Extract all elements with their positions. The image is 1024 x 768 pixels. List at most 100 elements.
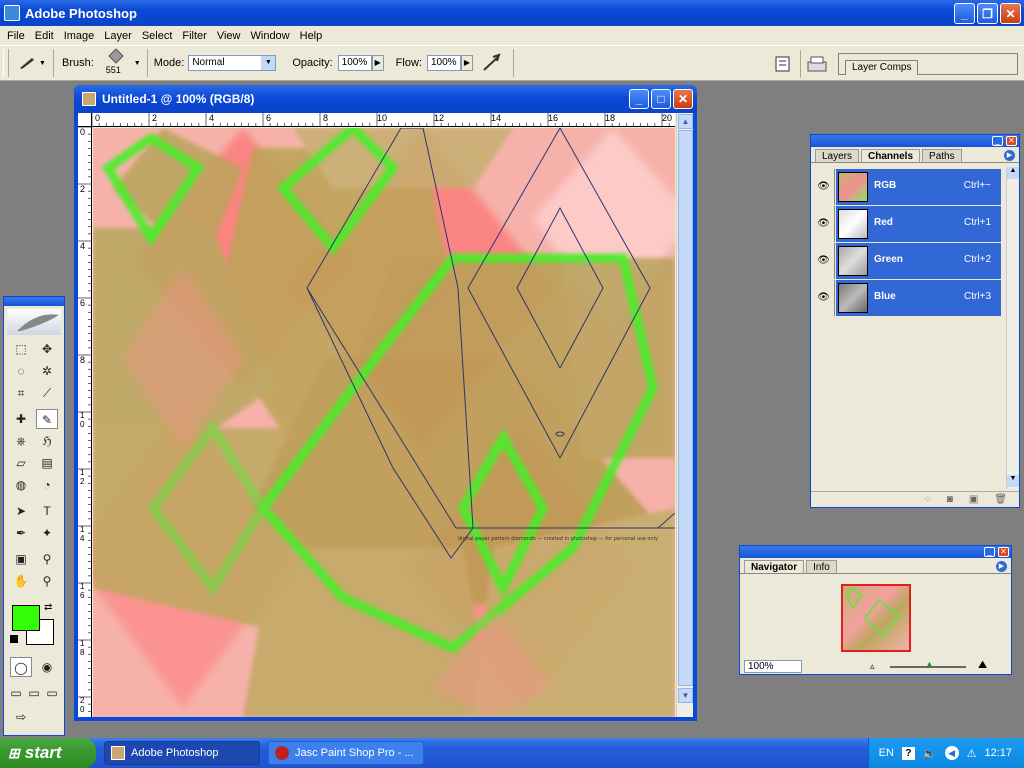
menu-image[interactable]: Image: [59, 30, 100, 42]
layer-comps-tab[interactable]: Layer Comps: [845, 60, 919, 75]
doc-maximize-button[interactable]: □: [651, 89, 671, 109]
foreground-color-swatch-top[interactable]: [12, 605, 40, 631]
brush-picker[interactable]: 551: [100, 48, 134, 78]
tab-paths[interactable]: Paths: [922, 149, 962, 162]
menu-select[interactable]: Select: [137, 30, 178, 42]
lasso-tool-icon[interactable]: ◌: [10, 361, 32, 381]
navigator-preview-thumbnail[interactable]: [841, 584, 911, 652]
language-indicator[interactable]: EN: [879, 747, 894, 759]
horizontal-ruler[interactable]: 0 2 4 6 8 10 12 14 16 18 20: [92, 113, 675, 127]
image-canvas[interactable]: digital paper pattern diamonds — created…: [93, 128, 675, 717]
tab-navigator[interactable]: Navigator: [744, 560, 805, 573]
mode-select[interactable]: Normal ▼: [188, 55, 277, 71]
document-vertical-scrollbar[interactable]: ▲ ▼: [676, 113, 693, 717]
menu-view[interactable]: View: [212, 30, 246, 42]
zoom-out-icon[interactable]: ▵: [870, 661, 875, 672]
palette-well-icon[interactable]: [806, 55, 828, 73]
history-brush-tool-icon[interactable]: ℌ: [36, 431, 58, 451]
task-paint-shop-pro[interactable]: Jasc Paint Shop Pro - ...: [268, 741, 424, 765]
tray-expand-icon[interactable]: ◀: [944, 746, 959, 760]
zoom-tool-icon[interactable]: ⚲: [36, 571, 58, 591]
magic-wand-tool-icon[interactable]: ✲: [36, 361, 58, 381]
pen-tool-icon[interactable]: ✒: [10, 523, 32, 543]
panel-menu-arrow-icon[interactable]: ▶: [1004, 150, 1015, 161]
scroll-down-arrow[interactable]: ▼: [1007, 475, 1019, 487]
panel-minimize-button[interactable]: _: [992, 136, 1003, 146]
clone-stamp-tool-icon[interactable]: ⎈: [10, 431, 32, 451]
blur-tool-icon[interactable]: ◍: [10, 475, 32, 495]
path-selection-tool-icon[interactable]: ➤: [10, 501, 32, 521]
notes-tool-icon[interactable]: ▣: [10, 549, 32, 569]
opacity-input[interactable]: 100%: [337, 55, 372, 71]
vertical-ruler[interactable]: 0 2 4 6 8 10 12 14 16 18 20: [78, 127, 92, 717]
doc-close-button[interactable]: ✕: [673, 89, 693, 109]
move-tool-icon[interactable]: ✥: [36, 339, 58, 359]
channel-row-blue[interactable]: 👁 Blue Ctrl+3: [813, 280, 1001, 316]
close-button[interactable]: ✕: [1000, 3, 1021, 24]
flow-input[interactable]: 100%: [426, 55, 461, 71]
tab-channels[interactable]: Channels: [861, 149, 921, 162]
gradient-tool-icon[interactable]: ▤: [36, 453, 58, 473]
ruler-origin[interactable]: [78, 113, 92, 127]
default-colors-icon[interactable]: [10, 635, 18, 643]
visibility-eye-icon[interactable]: 👁: [813, 243, 835, 279]
volume-icon[interactable]: 🔈: [923, 747, 937, 760]
channel-row-rgb[interactable]: 👁 RGB Ctrl+~: [813, 169, 1001, 205]
hand-tool-icon[interactable]: ✋: [10, 571, 32, 591]
quick-mask-mode-icon[interactable]: ◉: [36, 657, 58, 677]
channel-row-green[interactable]: 👁 Green Ctrl+2: [813, 243, 1001, 279]
scroll-up-arrow[interactable]: ▲: [1007, 167, 1019, 179]
visibility-eye-icon[interactable]: 👁: [813, 280, 835, 316]
help-icon[interactable]: ?: [901, 746, 915, 760]
channels-scrollbar[interactable]: ▲ ▼: [1006, 167, 1019, 489]
minimize-button[interactable]: _: [954, 3, 975, 24]
doc-minimize-button[interactable]: _: [629, 89, 649, 109]
start-button[interactable]: ⊞ start: [0, 738, 96, 768]
menu-edit[interactable]: Edit: [30, 30, 59, 42]
standard-screen-mode-icon[interactable]: ▭: [7, 683, 25, 703]
full-screen-mode-icon[interactable]: ▭: [43, 683, 61, 703]
scroll-thumb[interactable]: [678, 130, 693, 686]
scroll-up-arrow[interactable]: ▲: [678, 114, 693, 129]
chevron-down-icon[interactable]: ▼: [134, 60, 141, 67]
tab-info[interactable]: Info: [806, 560, 837, 573]
flow-slider-arrow[interactable]: ▶: [460, 55, 473, 71]
opacity-slider-arrow[interactable]: ▶: [371, 55, 384, 71]
tab-layers[interactable]: Layers: [815, 149, 860, 162]
menu-filter[interactable]: Filter: [177, 30, 211, 42]
menu-window[interactable]: Window: [246, 30, 295, 42]
custom-shape-tool-icon[interactable]: ✦: [36, 523, 58, 543]
airbrush-icon[interactable]: [481, 53, 503, 73]
scroll-down-arrow[interactable]: ▼: [678, 688, 693, 703]
delete-channel-icon[interactable]: 🗑: [994, 494, 1007, 505]
panel-close-button[interactable]: ✕: [998, 547, 1009, 557]
restore-button[interactable]: ❐: [977, 3, 998, 24]
navigator-panel-titlebar[interactable]: _ ✕: [740, 546, 1011, 558]
eyedropper-tool-icon[interactable]: ⚲: [36, 549, 58, 569]
full-screen-menu-mode-icon[interactable]: ▭: [25, 683, 43, 703]
swap-colors-icon[interactable]: ⇄: [44, 602, 52, 613]
brush-tool-icon[interactable]: ✎: [36, 409, 58, 429]
healing-brush-tool-icon[interactable]: ✚: [10, 409, 32, 429]
menu-layer[interactable]: Layer: [99, 30, 137, 42]
jump-to-imageready-icon[interactable]: ⇨: [10, 707, 32, 727]
photoshop-feather-icon[interactable]: [7, 309, 61, 335]
new-channel-icon[interactable]: ▣: [969, 494, 978, 505]
visibility-eye-icon[interactable]: 👁: [813, 169, 835, 205]
panel-menu-arrow-icon[interactable]: ▶: [996, 561, 1007, 572]
dodge-tool-icon[interactable]: ◔: [36, 475, 58, 495]
toolbox-titlebar[interactable]: [4, 297, 64, 306]
eraser-tool-icon[interactable]: ▱: [10, 453, 32, 473]
load-channel-as-selection-icon[interactable]: ◌: [925, 494, 931, 505]
slice-tool-icon[interactable]: ⟋: [36, 383, 58, 403]
navigator-zoom-input[interactable]: 100%: [744, 660, 802, 673]
marquee-tool-icon[interactable]: ⬚: [10, 339, 32, 359]
zoom-slider-thumb[interactable]: ▲: [925, 659, 934, 669]
network-icon[interactable]: ⚠: [967, 747, 977, 760]
file-browser-icon[interactable]: [774, 55, 792, 73]
zoom-in-icon[interactable]: ⛰: [978, 659, 987, 672]
channel-row-red[interactable]: 👁 Red Ctrl+1: [813, 206, 1001, 242]
menu-help[interactable]: Help: [295, 30, 328, 42]
standard-mode-icon[interactable]: ◯: [10, 657, 32, 677]
task-photoshop[interactable]: Adobe Photoshop: [104, 741, 260, 765]
